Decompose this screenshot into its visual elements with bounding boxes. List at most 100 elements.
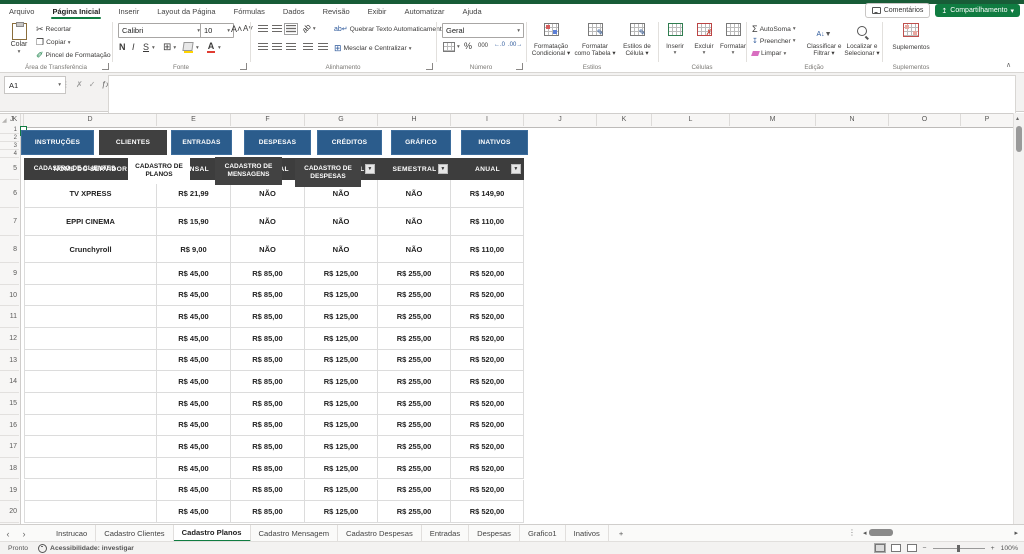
cell-r15c3[interactable]: R$ 125,00 — [305, 393, 378, 414]
zoom-level[interactable]: 100% — [1001, 545, 1018, 552]
vertical-scrollbar[interactable]: ▴ — [1013, 113, 1024, 524]
table-header-semestral[interactable]: SEMESTRAL▼ — [378, 158, 451, 180]
cell-r7c0[interactable]: EPPI CINEMA — [24, 208, 157, 235]
cell-r19c0[interactable] — [24, 480, 157, 501]
zoom-out-button[interactable]: − — [923, 545, 927, 552]
cell-r16c2[interactable]: R$ 85,00 — [231, 415, 305, 436]
page-break-view-button[interactable] — [907, 544, 917, 552]
cell-r13c0[interactable] — [24, 350, 157, 371]
cell-r9c4[interactable]: R$ 255,00 — [378, 263, 451, 284]
cell-r15c1[interactable]: R$ 45,00 — [157, 393, 231, 414]
cell-r10c1[interactable]: R$ 45,00 — [157, 285, 231, 306]
cell-r19c3[interactable]: R$ 125,00 — [305, 480, 378, 501]
cell-r14c2[interactable]: R$ 85,00 — [231, 371, 305, 392]
cell-r12c0[interactable] — [24, 328, 157, 349]
nav-button-inativos[interactable]: INATIVOS — [461, 130, 528, 155]
filter-dropdown-icon[interactable]: ▼ — [365, 164, 375, 174]
cell-r17c2[interactable]: R$ 85,00 — [231, 436, 305, 457]
cell-r12c3[interactable]: R$ 125,00 — [305, 328, 378, 349]
cell-r8c5[interactable]: R$ 110,00 — [451, 236, 524, 262]
sheet-tab-inativos[interactable]: Inativos — [566, 525, 609, 542]
cell-r8c3[interactable]: NÃO — [305, 236, 378, 262]
cell-r18c2[interactable]: R$ 85,00 — [231, 458, 305, 479]
cell-r9c3[interactable]: R$ 125,00 — [305, 263, 378, 284]
cell-r10c0[interactable] — [24, 285, 157, 306]
sheet-tab-cadastro-planos[interactable]: Cadastro Planos — [174, 525, 251, 542]
cell-r16c1[interactable]: R$ 45,00 — [157, 415, 231, 436]
cell-r12c1[interactable]: R$ 45,00 — [157, 328, 231, 349]
cell-r20c0[interactable] — [24, 501, 157, 522]
nav-button-clientes[interactable]: CLIENTES — [99, 130, 167, 155]
nav-button-despesas[interactable]: DESPESAS — [244, 130, 311, 155]
cell-r6c4[interactable]: NÃO — [378, 180, 451, 207]
cell-r18c3[interactable]: R$ 125,00 — [305, 458, 378, 479]
zoom-in-button[interactable]: + — [991, 545, 995, 552]
scrollbar-grip-icon[interactable]: ⋮ — [848, 528, 856, 537]
cell-r16c5[interactable]: R$ 520,00 — [451, 415, 524, 436]
horizontal-scrollbar[interactable]: ◂ ▸ — [863, 527, 1018, 538]
cell-r10c5[interactable]: R$ 520,00 — [451, 285, 524, 306]
zoom-slider-thumb[interactable] — [957, 545, 960, 552]
cell-r20c5[interactable]: R$ 520,00 — [451, 501, 524, 522]
cadastro-planos-button[interactable]: CADASTRO DE PLANOS — [128, 157, 190, 184]
nav-button-instru-es[interactable]: INSTRUÇÕES — [21, 130, 94, 155]
filter-dropdown-icon[interactable]: ▼ — [511, 164, 521, 174]
nav-button-gr-fico[interactable]: GRÁFICO — [391, 130, 451, 155]
cell-r16c4[interactable]: R$ 255,00 — [378, 415, 451, 436]
cell-r17c0[interactable] — [24, 436, 157, 457]
cell-r10c3[interactable]: R$ 125,00 — [305, 285, 378, 306]
cell-r15c2[interactable]: R$ 85,00 — [231, 393, 305, 414]
cell-r15c0[interactable] — [24, 393, 157, 414]
cell-r14c4[interactable]: R$ 255,00 — [378, 371, 451, 392]
zoom-slider[interactable] — [933, 548, 985, 549]
scroll-right-icon[interactable]: ▸ — [1014, 529, 1018, 537]
cell-r18c5[interactable]: R$ 520,00 — [451, 458, 524, 479]
prev-sheet-button[interactable]: ‹ — [0, 525, 16, 542]
page-layout-view-button[interactable] — [891, 544, 901, 552]
cell-r18c0[interactable] — [24, 458, 157, 479]
cadastro-clientes-button[interactable]: CADASTRO DE CLIENTES — [21, 157, 128, 181]
cell-r15c4[interactable]: R$ 255,00 — [378, 393, 451, 414]
cell-r13c2[interactable]: R$ 85,00 — [231, 350, 305, 371]
table-header-anual[interactable]: ANUAL▼ — [451, 158, 524, 180]
cell-r14c0[interactable] — [24, 371, 157, 392]
cell-r6c5[interactable]: R$ 149,90 — [451, 180, 524, 207]
cell-r11c0[interactable] — [24, 306, 157, 327]
cell-r9c0[interactable] — [24, 263, 157, 284]
cell-r11c5[interactable]: R$ 520,00 — [451, 306, 524, 327]
cell-r20c3[interactable]: R$ 125,00 — [305, 501, 378, 522]
cell-r13c4[interactable]: R$ 255,00 — [378, 350, 451, 371]
sheet-tab-cadastro-despesas[interactable]: Cadastro Despesas — [338, 525, 422, 542]
accessibility-status[interactable]: Acessibilidade: investigar — [38, 544, 134, 553]
sheet-tab-cadastro-mensagem[interactable]: Cadastro Mensagem — [251, 525, 339, 542]
sheet-tab-cadastro-clientes[interactable]: Cadastro Clientes — [96, 525, 173, 542]
cell-r17c3[interactable]: R$ 125,00 — [305, 436, 378, 457]
cell-r9c1[interactable]: R$ 45,00 — [157, 263, 231, 284]
nav-button-cr-ditos[interactable]: CRÉDITOS — [317, 130, 382, 155]
cell-r14c1[interactable]: R$ 45,00 — [157, 371, 231, 392]
cell-r13c1[interactable]: R$ 45,00 — [157, 350, 231, 371]
sheet-tab-entradas[interactable]: Entradas — [422, 525, 469, 542]
scroll-up-icon[interactable]: ▴ — [1016, 115, 1019, 122]
cell-r8c2[interactable]: NÃO — [231, 236, 305, 262]
cell-r17c1[interactable]: R$ 45,00 — [157, 436, 231, 457]
cell-r19c5[interactable]: R$ 520,00 — [451, 480, 524, 501]
cell-r20c4[interactable]: R$ 255,00 — [378, 501, 451, 522]
cell-r7c4[interactable]: NÃO — [378, 208, 451, 235]
cell-r8c4[interactable]: NÃO — [378, 236, 451, 262]
add-sheet-button[interactable]: + — [609, 525, 633, 542]
cell-r19c2[interactable]: R$ 85,00 — [231, 480, 305, 501]
sheet-tab-despesas[interactable]: Despesas — [469, 525, 520, 542]
cell-r11c2[interactable]: R$ 85,00 — [231, 306, 305, 327]
cell-r13c5[interactable]: R$ 520,00 — [451, 350, 524, 371]
cell-r10c2[interactable]: R$ 85,00 — [231, 285, 305, 306]
cell-r16c3[interactable]: R$ 125,00 — [305, 415, 378, 436]
cell-r14c3[interactable]: R$ 125,00 — [305, 371, 378, 392]
cell-r9c2[interactable]: R$ 85,00 — [231, 263, 305, 284]
cell-r7c5[interactable]: R$ 110,00 — [451, 208, 524, 235]
cell-r7c3[interactable]: NÃO — [305, 208, 378, 235]
cell-r19c1[interactable]: R$ 45,00 — [157, 480, 231, 501]
cell-r12c5[interactable]: R$ 520,00 — [451, 328, 524, 349]
cell-r16c0[interactable] — [24, 415, 157, 436]
cell-r20c2[interactable]: R$ 85,00 — [231, 501, 305, 522]
